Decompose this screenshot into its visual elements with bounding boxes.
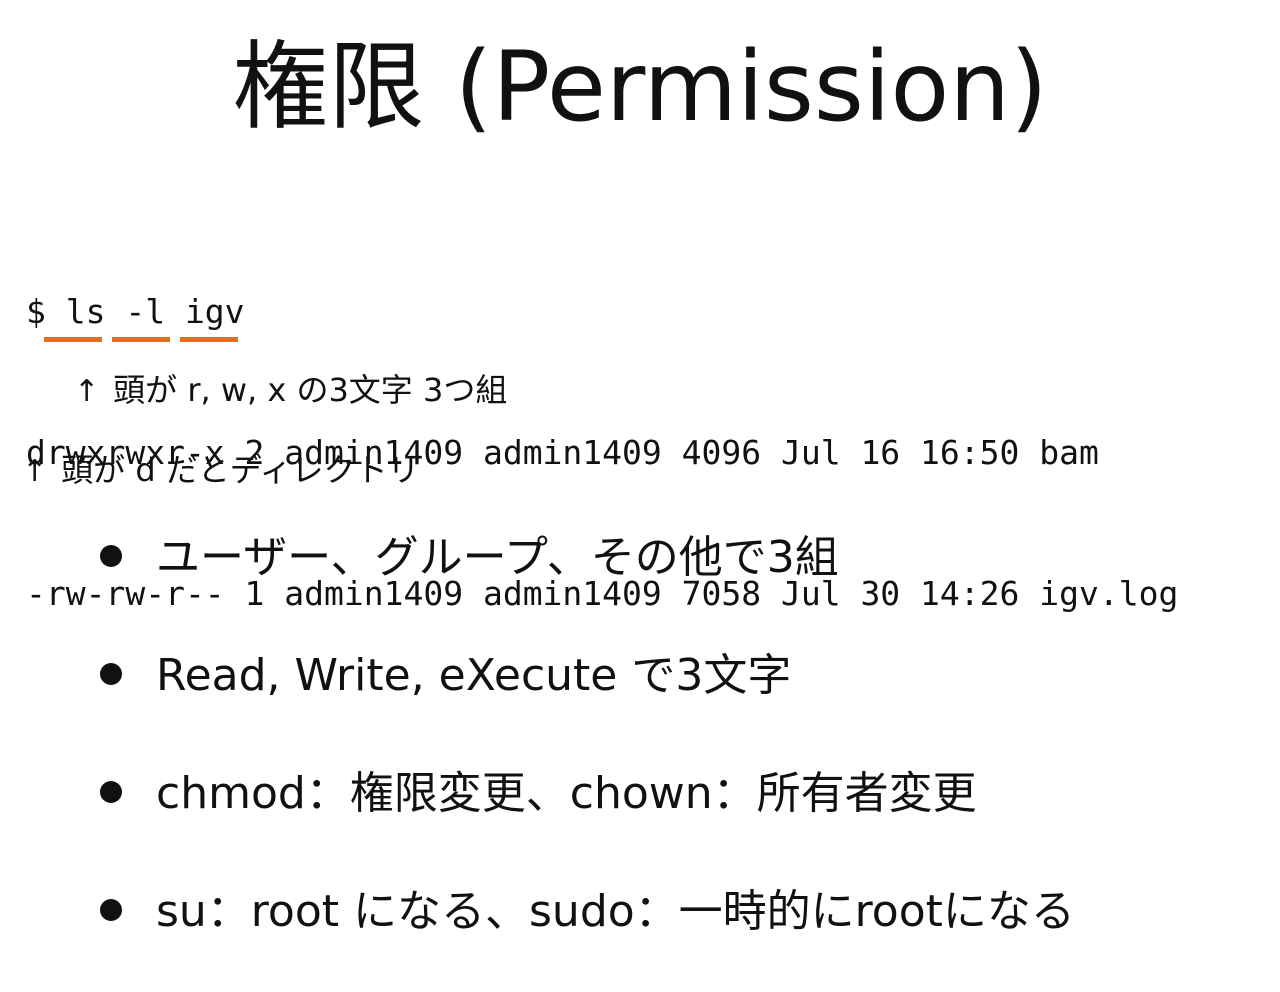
up-arrow-icon: ↑ <box>22 454 48 489</box>
group-permission-underline <box>112 337 170 342</box>
other-permission-underline <box>180 337 238 342</box>
permission-triplet-text: 頭が r, w, x の3文字 3つ組 <box>113 371 508 409</box>
bullet-text: chmod：権限変更、chown：所有者変更 <box>156 768 977 819</box>
bullet-item-groups: ユーザー、グループ、その他で3組 <box>100 520 1075 638</box>
slide-title: 権限 (Permission) <box>232 31 1048 143</box>
bullet-item-su-sudo: su：root になる、sudo：一時的にrootになる <box>100 874 1075 992</box>
bullet-list: ユーザー、グループ、その他で3組 Read, Write, eXecute で3… <box>100 520 1075 992</box>
bullet-item-chmod-chown: chmod：権限変更、chown：所有者変更 <box>100 756 1075 874</box>
directory-flag-note: ↑ 頭が d だとディレクトリ <box>22 448 420 494</box>
bullet-text: Read, Write, eXecute で3文字 <box>156 650 792 701</box>
bullet-dot-icon <box>100 545 122 567</box>
directory-flag-text: 頭が d だとディレクトリ <box>61 451 420 489</box>
bullet-dot-icon <box>100 663 122 685</box>
user-permission-underline <box>44 337 102 342</box>
bullet-text: su：root になる、sudo：一時的にrootになる <box>156 886 1075 937</box>
bullet-dot-icon <box>100 781 122 803</box>
terminal-command-line: $ ls -l igv <box>26 292 245 331</box>
bullet-dot-icon <box>100 899 122 921</box>
up-arrow-icon: ↑ <box>74 374 100 409</box>
bullet-item-rwx: Read, Write, eXecute で3文字 <box>100 638 1075 756</box>
permission-triplet-note: ↑ 頭が r, w, x の3文字 3つ組 <box>74 368 507 414</box>
bullet-text: ユーザー、グループ、その他で3組 <box>156 532 839 583</box>
